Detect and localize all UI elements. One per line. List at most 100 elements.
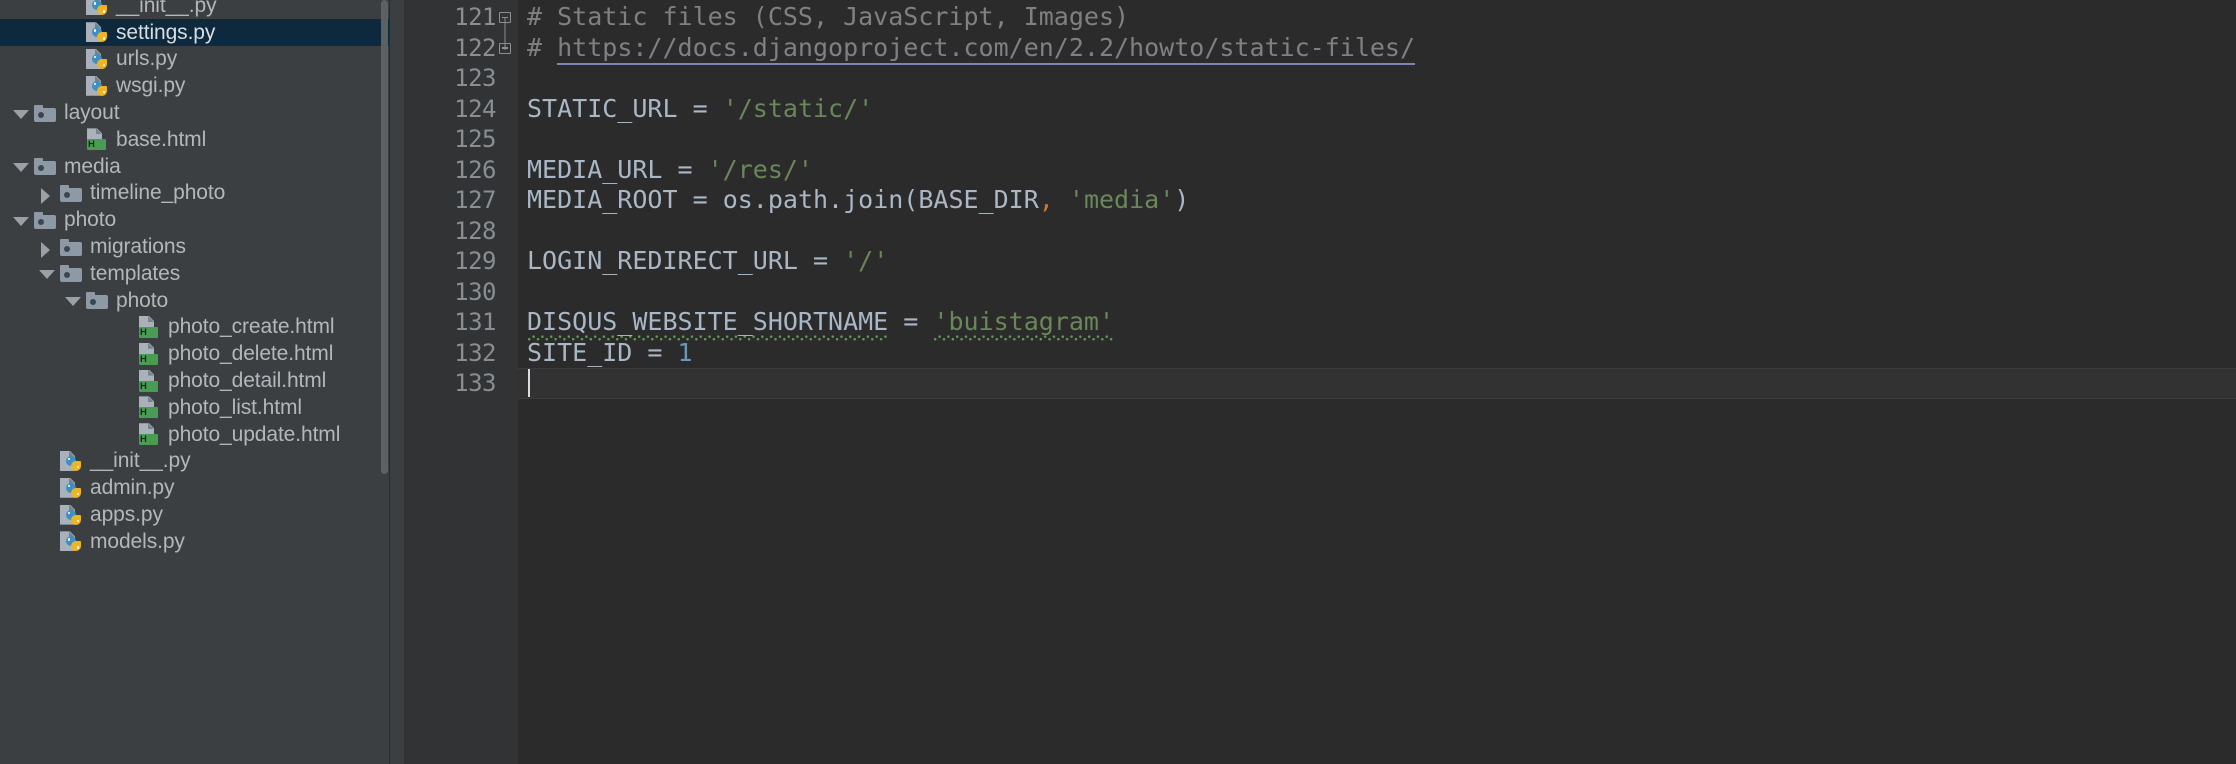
tree-item-photo[interactable]: photo <box>0 287 390 314</box>
tree-item-photo-list-html[interactable]: Hphoto_list.html <box>0 394 390 421</box>
editor-main[interactable]: 121 122 123 124 125 126 127 128 129 130 131 132 133 … <box>404 0 2236 764</box>
code-line-132[interactable]: SITE_ID = 1 <box>527 338 693 369</box>
token-comma: , <box>1038 185 1054 214</box>
line-number-121: 121 <box>454 3 496 31</box>
line-number-126: 126 <box>454 155 496 184</box>
python-file-icon <box>58 477 84 499</box>
tree-item-label: photo_detail.html <box>168 369 327 393</box>
python-file-icon <box>58 450 84 472</box>
tree-item-wsgi-py[interactable]: wsgi.py <box>0 72 390 99</box>
python-file-icon <box>58 530 84 552</box>
text-caret <box>528 369 530 397</box>
tree-item-label: admin.py <box>90 476 175 500</box>
ide-window: __init__.py settings.py urls.py wsgi.py layo… <box>0 0 2236 764</box>
tree-item-timeline-photo[interactable]: timeline_photo <box>0 180 390 207</box>
html-file-icon: H <box>136 342 162 365</box>
editor-area: 121 122 123 124 125 126 127 128 129 130 131 132 133 … <box>390 0 2236 764</box>
code-line-127[interactable]: MEDIA_ROOT = os.path.join(BASE_DIR, 'med… <box>527 185 1189 216</box>
tree-item-label: wsgi.py <box>116 74 186 98</box>
tree-item-label: photo <box>116 288 169 312</box>
token-op: = <box>812 246 844 275</box>
tree-item-label: photo_update.html <box>168 422 341 446</box>
tree-item-label: templates <box>90 261 181 285</box>
tree-item-photo[interactable]: photo <box>0 206 390 233</box>
python-file-icon <box>84 0 110 16</box>
tree-item-admin-py[interactable]: admin.py <box>0 474 390 501</box>
fold-toggle-icon-line-121[interactable] <box>496 8 514 26</box>
project-tool-window[interactable]: __init__.py settings.py urls.py wsgi.py layo… <box>0 0 390 764</box>
token-ident: ) <box>1174 185 1190 214</box>
tree-item-models-py[interactable]: models.py <box>0 528 390 555</box>
python-file-icon <box>58 504 84 526</box>
editor-gutter[interactable]: 121 122 123 124 125 126 127 128 129 130 131 132 133 <box>404 0 518 764</box>
line-number-130: 130 <box>454 277 496 306</box>
folder-icon <box>58 236 84 258</box>
tree-item-init-py[interactable]: __init__.py <box>0 0 390 19</box>
chevron-down-icon[interactable] <box>10 100 32 126</box>
line-number-128: 128 <box>454 216 496 245</box>
python-file-icon <box>84 21 110 43</box>
token-op: = <box>647 337 678 367</box>
code-line-131[interactable]: DISQUS_WEBSITE_SHORTNAME = 'buistagram' <box>527 307 1115 341</box>
tree-item-label: media <box>64 154 121 178</box>
token-typo: DISQUS_WEBSITE_SHORTNAME <box>527 307 889 341</box>
line-number-132: 132 <box>454 338 496 367</box>
project-tree-scrollbar[interactable] <box>380 0 389 474</box>
chevron-right-icon[interactable] <box>36 234 58 260</box>
html-file-icon: H <box>136 369 162 392</box>
token-num: 1 <box>677 337 693 367</box>
line-number-133: 133 <box>454 369 496 397</box>
code-line-121[interactable]: # Static files (CSS, JavaScript, Images) <box>527 2 1129 33</box>
tree-item-urls-py[interactable]: urls.py <box>0 46 390 73</box>
line-number-129: 129 <box>454 247 496 275</box>
token-ident: LOGIN_REDIRECT_URL <box>527 246 813 275</box>
token-ident: STATIC_URL <box>527 93 693 123</box>
code-line-126[interactable]: MEDIA_URL = '/res/' <box>527 155 813 186</box>
tree-item-layout[interactable]: layout <box>0 99 390 126</box>
chevron-down-icon[interactable] <box>10 207 32 233</box>
code-content[interactable]: # Static files (CSS, JavaScript, Images)… <box>518 0 2236 764</box>
tree-item-photo-create-html[interactable]: Hphoto_create.html <box>0 314 390 341</box>
folder-icon <box>32 209 58 231</box>
scrollbar-thumb[interactable] <box>381 0 388 474</box>
tree-item-init-py[interactable]: __init__.py <box>0 448 390 475</box>
token-ident <box>1054 185 1069 214</box>
tree-item-photo-update-html[interactable]: Hphoto_update.html <box>0 421 390 448</box>
token-str: '/static/' <box>722 93 874 123</box>
line-number-131: 131 <box>454 308 496 336</box>
chevron-right-icon[interactable] <box>36 180 58 206</box>
tree-item-label: base.html <box>116 127 207 151</box>
code-line-129[interactable]: LOGIN_REDIRECT_URL = '/' <box>527 246 888 277</box>
folder-icon <box>58 182 84 204</box>
tree-item-label: apps.py <box>90 503 163 527</box>
html-file-icon: H <box>84 128 110 151</box>
tree-item-photo-detail-html[interactable]: Hphoto_detail.html <box>0 367 390 394</box>
html-file-icon: H <box>136 315 162 338</box>
tree-item-base-html[interactable]: Hbase.html <box>0 126 390 153</box>
tree-item-media[interactable]: media <box>0 153 390 180</box>
chevron-down-icon[interactable] <box>10 153 32 179</box>
line-number-123: 123 <box>454 64 496 92</box>
code-line-124[interactable]: STATIC_URL = '/static/' <box>527 94 873 125</box>
folder-icon <box>32 102 58 124</box>
chevron-down-icon[interactable] <box>62 287 84 313</box>
tree-item-templates[interactable]: templates <box>0 260 390 287</box>
tree-item-apps-py[interactable]: apps.py <box>0 501 390 528</box>
token-op: = <box>692 93 723 123</box>
tree-item-label: __init__.py <box>90 449 191 473</box>
tree-item-photo-delete-html[interactable]: Hphoto_delete.html <box>0 340 390 367</box>
token-url[interactable]: https://docs.djangoproject.com/en/2.2/ho… <box>557 32 1416 65</box>
tree-item-migrations[interactable]: migrations <box>0 233 390 260</box>
html-file-icon: H <box>136 423 162 446</box>
tree-item-label: models.py <box>90 529 185 553</box>
chevron-down-icon[interactable] <box>36 260 58 286</box>
fold-toggle-icon-line-122[interactable] <box>496 39 514 57</box>
tree-item-settings-py[interactable]: settings.py <box>0 18 390 46</box>
token-op: = <box>692 185 723 214</box>
token-ident <box>888 307 903 336</box>
code-line-122[interactable]: # https://docs.djangoproject.com/en/2.2/… <box>527 32 1416 65</box>
token-op: = <box>903 307 934 336</box>
tree-item-label: __init__.py <box>116 0 217 17</box>
tree-item-label: photo <box>64 208 117 232</box>
line-number-124: 124 <box>454 94 496 123</box>
